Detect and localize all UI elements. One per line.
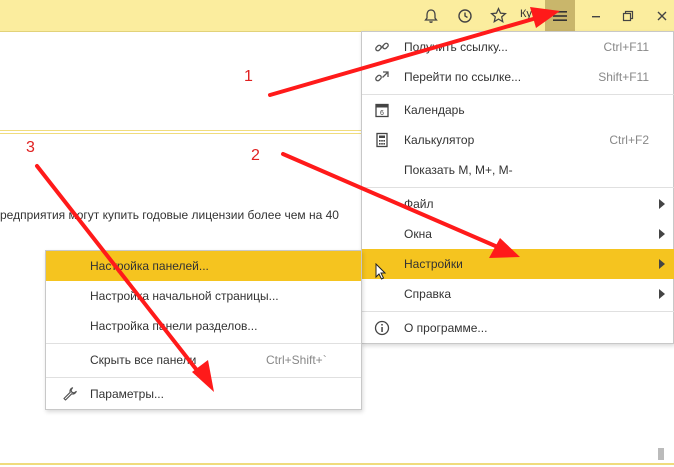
- annotation-arrowhead-2: [489, 238, 520, 258]
- annotation-arrow-1: [268, 15, 542, 97]
- annotation-arrowhead-1: [530, 7, 560, 28]
- annotation-arrows: [35, 7, 560, 392]
- annotation-arrowhead-3: [192, 360, 214, 392]
- annotation-label-2: 2: [251, 147, 260, 164]
- annotation-label-3: 3: [26, 139, 35, 156]
- annotation-label-1: 1: [244, 68, 253, 85]
- annotation-arrow-3: [35, 164, 205, 380]
- annotation-arrow-2: [281, 152, 502, 250]
